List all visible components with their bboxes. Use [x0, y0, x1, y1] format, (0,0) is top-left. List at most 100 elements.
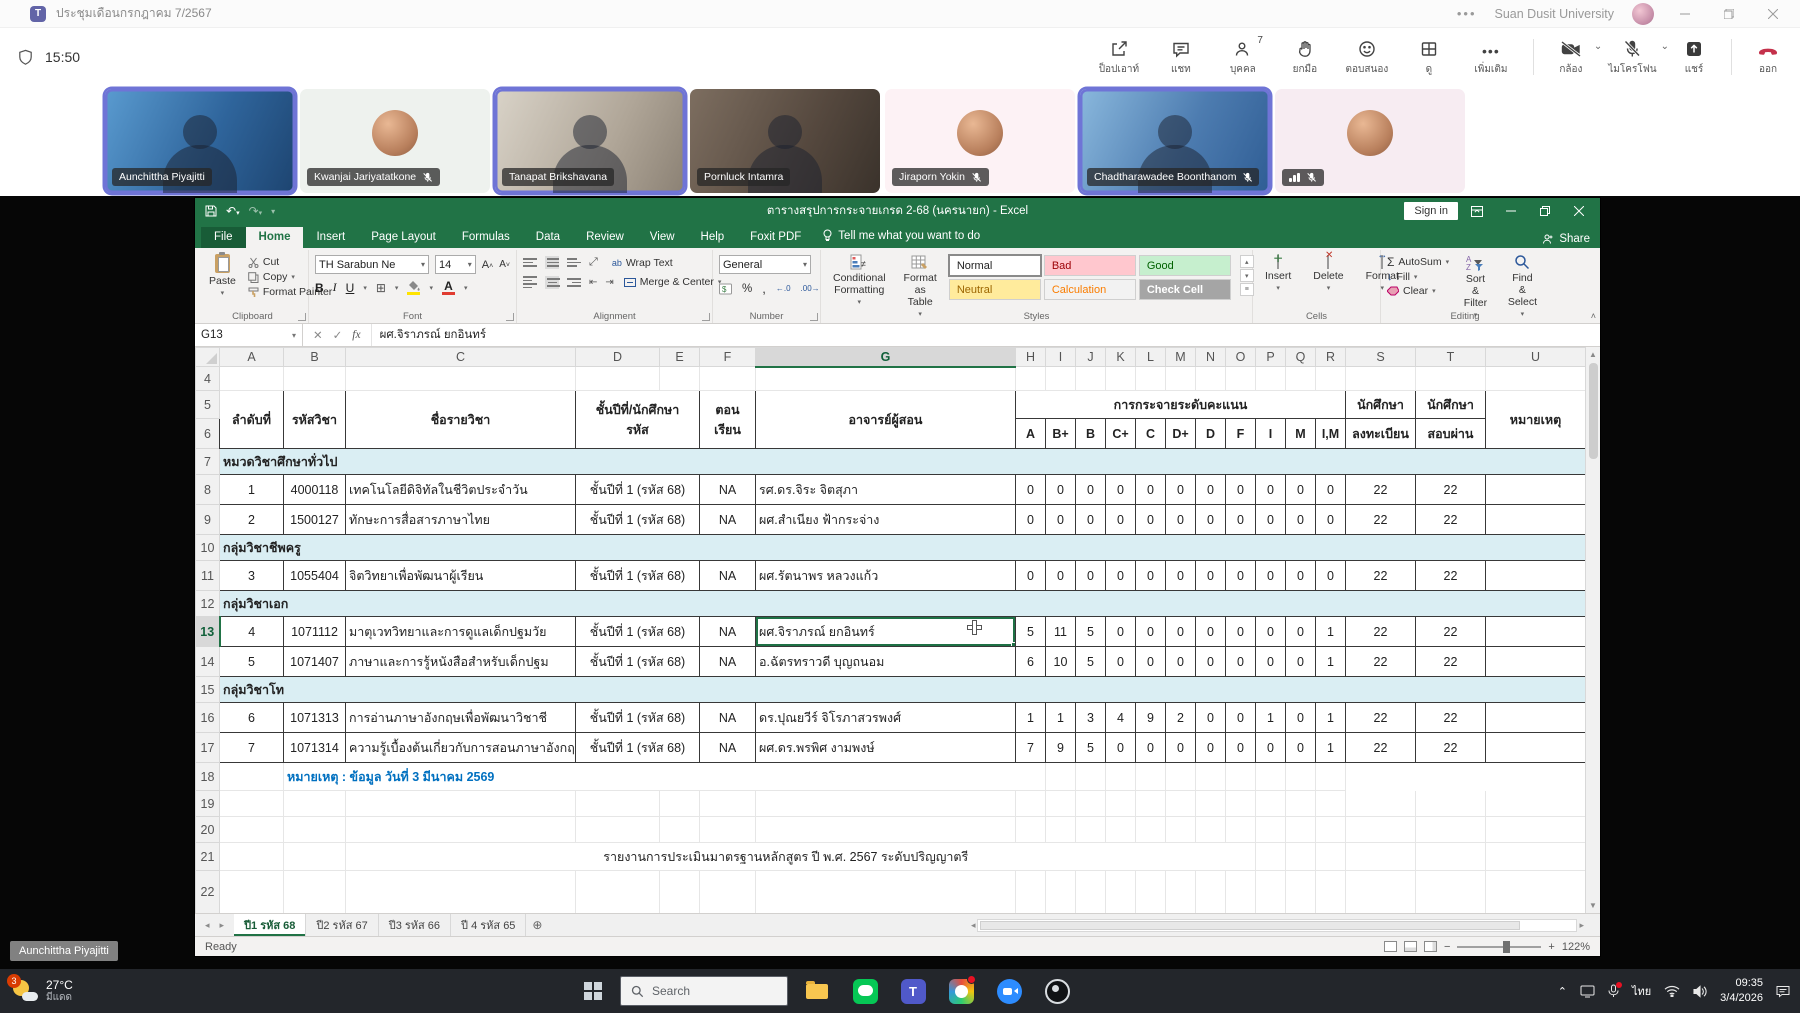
- cell-F11[interactable]: NA: [700, 561, 756, 591]
- cell-S13[interactable]: 22: [1346, 617, 1416, 647]
- cell-L20[interactable]: [1136, 817, 1166, 843]
- cell-T9[interactable]: 22: [1416, 505, 1486, 535]
- comma-icon[interactable]: ,: [762, 281, 766, 296]
- cell-J4[interactable]: [1076, 367, 1106, 391]
- maximize-button[interactable]: [1716, 5, 1742, 23]
- cell-I17[interactable]: 9: [1046, 733, 1076, 763]
- leave-button[interactable]: ออก: [1746, 33, 1790, 81]
- cell-S18[interactable]: [1256, 763, 1286, 791]
- start-button[interactable]: [576, 969, 610, 1013]
- italic-button[interactable]: I: [333, 280, 337, 295]
- cell-R9[interactable]: 0: [1316, 505, 1346, 535]
- cell-B14[interactable]: 1071407: [284, 647, 346, 677]
- cell-K16[interactable]: 4: [1106, 703, 1136, 733]
- titlebar-more-icon[interactable]: •••: [1457, 6, 1477, 21]
- ribbon-tab-review[interactable]: Review: [573, 227, 637, 248]
- cell-P22[interactable]: [1256, 871, 1286, 914]
- section-row-7[interactable]: หมวดวิชาศึกษาทั่วไป: [220, 449, 1586, 475]
- cell-I16[interactable]: 1: [1046, 703, 1076, 733]
- cell-style-check-cell[interactable]: Check Cell: [1139, 279, 1231, 300]
- ribbon-tab-formulas[interactable]: Formulas: [449, 227, 523, 248]
- font-color-button[interactable]: A: [442, 281, 455, 295]
- undo-icon[interactable]: ↶▾: [226, 204, 240, 218]
- cell-N20[interactable]: [1196, 817, 1226, 843]
- cell-style-calculation[interactable]: Calculation: [1044, 279, 1136, 300]
- cell-O8[interactable]: 0: [1226, 475, 1256, 505]
- cell-O13[interactable]: 0: [1226, 617, 1256, 647]
- accounting-format-icon[interactable]: $: [719, 283, 732, 295]
- cell-U16[interactable]: [1486, 703, 1586, 733]
- row-header-4[interactable]: 4: [196, 367, 220, 391]
- cell-L9[interactable]: 0: [1136, 505, 1166, 535]
- cell-H16[interactable]: 1: [1016, 703, 1046, 733]
- formula-value[interactable]: ผศ.จิราภรณ์ ยกอินทร์: [372, 324, 494, 346]
- photos-app-icon[interactable]: [942, 969, 980, 1013]
- cell-Q13[interactable]: 0: [1286, 617, 1316, 647]
- row-header-15[interactable]: 15: [196, 677, 220, 703]
- cell-P20[interactable]: [1256, 817, 1286, 843]
- cell-P18[interactable]: [1166, 763, 1196, 791]
- column-header-M[interactable]: M: [1166, 348, 1196, 367]
- cell-U9[interactable]: [1486, 505, 1586, 535]
- cell-L17[interactable]: 0: [1136, 733, 1166, 763]
- cell-B20[interactable]: [284, 817, 346, 843]
- ribbon-tab-home[interactable]: Home: [246, 227, 304, 248]
- excel-close-button[interactable]: [1564, 201, 1594, 221]
- align-top-icon[interactable]: [523, 258, 537, 267]
- cell-H4[interactable]: [1016, 367, 1046, 391]
- cell-S17[interactable]: 22: [1346, 733, 1416, 763]
- minimize-button[interactable]: [1672, 5, 1698, 23]
- align-middle-icon[interactable]: [545, 256, 559, 269]
- cell-M17[interactable]: 0: [1166, 733, 1196, 763]
- cell-F16[interactable]: NA: [700, 703, 756, 733]
- clipboard-dialog-launcher[interactable]: [298, 313, 306, 321]
- cell-U13[interactable]: [1486, 617, 1586, 647]
- bold-button[interactable]: B: [315, 281, 324, 295]
- row-header-17[interactable]: 17: [196, 733, 220, 763]
- cell-M14[interactable]: 0: [1166, 647, 1196, 677]
- cell-R18[interactable]: [1226, 763, 1256, 791]
- cell-I22[interactable]: [1046, 871, 1076, 914]
- cell-J13[interactable]: 5: [1076, 617, 1106, 647]
- ribbon-tab-foxit-pdf[interactable]: Foxit PDF: [737, 227, 814, 248]
- cell-Q11[interactable]: 0: [1286, 561, 1316, 591]
- cell-T18[interactable]: [1286, 763, 1316, 791]
- cell-G4[interactable]: [756, 367, 1016, 391]
- cell-R17[interactable]: 1: [1316, 733, 1346, 763]
- normal-view-icon[interactable]: [1384, 941, 1397, 952]
- section-row-12[interactable]: กลุ่มวิชาเอก: [220, 591, 1586, 617]
- column-header-R[interactable]: R: [1316, 348, 1346, 367]
- ribbon-tab-file[interactable]: File: [201, 227, 246, 248]
- raise-hand-button[interactable]: ยกมือ: [1277, 33, 1333, 81]
- cell-L14[interactable]: 0: [1136, 647, 1166, 677]
- paste-button[interactable]: Paste▾: [203, 252, 242, 299]
- cell-M22[interactable]: [1166, 871, 1196, 914]
- selection-fill-handle[interactable]: [1011, 642, 1016, 647]
- cell-Q22[interactable]: [1286, 871, 1316, 914]
- cell-K18[interactable]: [1016, 763, 1046, 791]
- row-header-9[interactable]: 9: [196, 505, 220, 535]
- cell-C8[interactable]: เทคโนโลยีดิจิทัลในชีวิตประจำวัน: [346, 475, 576, 505]
- cell-K13[interactable]: 0: [1106, 617, 1136, 647]
- cell-B9[interactable]: 1500127: [284, 505, 346, 535]
- cell-F13[interactable]: NA: [700, 617, 756, 647]
- cell-T19[interactable]: [1416, 791, 1486, 817]
- ribbon-tab-insert[interactable]: Insert: [303, 227, 358, 248]
- cell-U20[interactable]: [1486, 817, 1586, 843]
- cell-U11[interactable]: [1486, 561, 1586, 591]
- cell-O21[interactable]: [1226, 843, 1256, 871]
- cell-P14[interactable]: 0: [1256, 647, 1286, 677]
- cell-F17[interactable]: NA: [700, 733, 756, 763]
- cell-B13[interactable]: 1071112: [284, 617, 346, 647]
- column-header-K[interactable]: K: [1106, 348, 1136, 367]
- sheet-nav-right-icon[interactable]: ▸: [220, 920, 225, 931]
- cell-N17[interactable]: 0: [1196, 733, 1226, 763]
- cell-D20[interactable]: [576, 817, 660, 843]
- cell-R21[interactable]: [1316, 843, 1346, 871]
- cell-I11[interactable]: 0: [1046, 561, 1076, 591]
- caption-cell[interactable]: รายงานการประเมินมาตรฐานหลักสูตร ปี พ.ศ. …: [346, 843, 1226, 871]
- cell-O14[interactable]: 0: [1226, 647, 1256, 677]
- hscroll-right-icon[interactable]: ▸: [1579, 920, 1584, 931]
- column-header-C[interactable]: C: [346, 348, 576, 367]
- redo-icon[interactable]: ↷▾: [249, 204, 263, 218]
